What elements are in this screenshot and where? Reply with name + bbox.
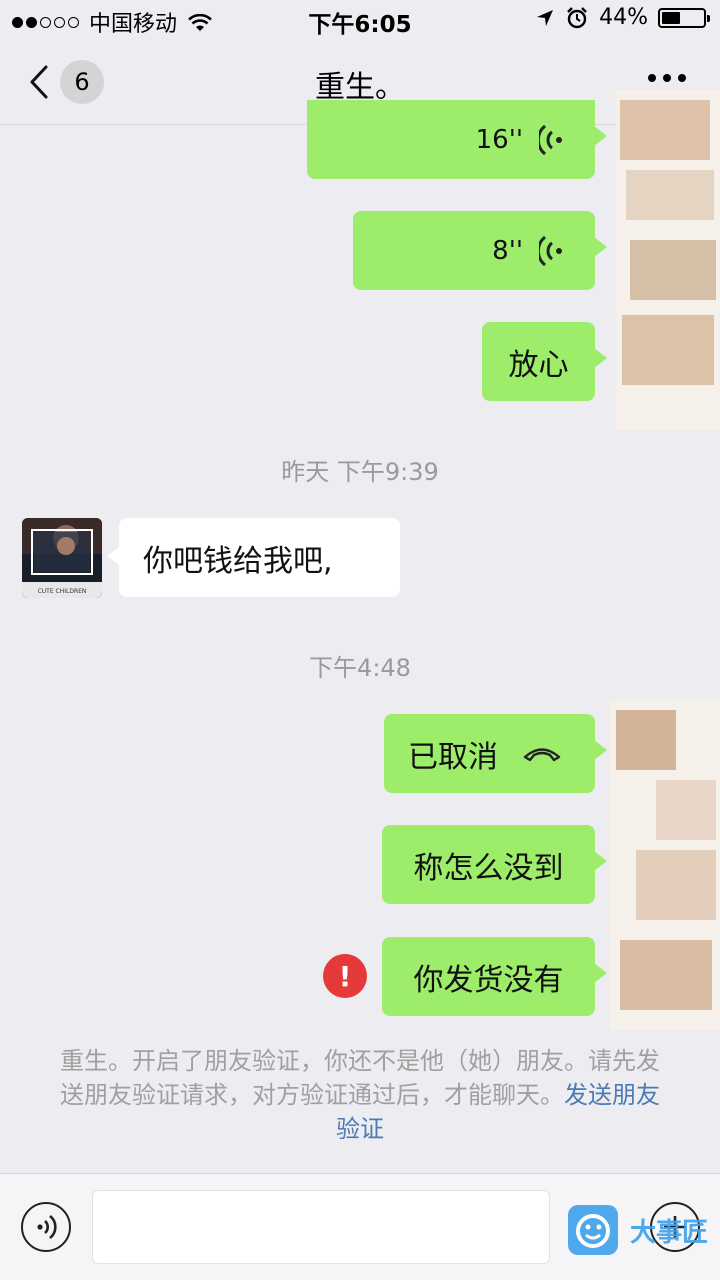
voice-wave-icon [539, 235, 562, 266]
voice-input-button[interactable] [21, 1202, 71, 1252]
more-dots-icon [648, 74, 656, 82]
message-text: 你吧钱给我吧, [143, 543, 333, 579]
text-message-bubble[interactable]: 你发货没有 [382, 937, 607, 1016]
call-message-bubble[interactable]: 已取消 [384, 714, 607, 793]
voice-wave-icon [539, 124, 562, 155]
voice-duration: 16'' [475, 124, 523, 155]
text-message-bubble[interactable]: 放心 [482, 322, 607, 401]
watermark-text: 大事匠 [630, 1217, 709, 1248]
voice-message-bubble[interactable]: 16'' [307, 100, 607, 179]
contact-avatar[interactable]: CUTE CHILDREN [22, 518, 102, 598]
watermark-logo-icon [568, 1205, 618, 1255]
message-timestamp: 下午4:48 [309, 654, 411, 682]
message-text: 已取消 [408, 739, 498, 775]
message-text: 放心 [508, 347, 569, 383]
avatar-image [22, 518, 102, 598]
redaction-scribble [616, 90, 720, 430]
redaction-scribble [610, 700, 720, 1030]
battery-icon [658, 7, 710, 28]
message-timestamp: 昨天 下午9:39 [281, 458, 439, 486]
text-message-bubble[interactable]: 你吧钱给我吧, [107, 518, 400, 597]
message-input[interactable] [92, 1190, 550, 1264]
more-options-button[interactable] [648, 74, 686, 82]
watermark: 大事匠 [568, 1203, 718, 1257]
avatar-caption: CUTE CHILDREN [37, 588, 87, 595]
voice-wave-icon [37, 1214, 57, 1240]
status-bar: 中国移动 下午6:05 44% [0, 0, 720, 40]
alarm-icon [567, 6, 587, 28]
message-text: 你发货没有 [413, 962, 564, 998]
battery-percent: 44% [599, 5, 648, 30]
voice-duration: 8'' [492, 235, 523, 266]
chat-screen: 中国移动 下午6:05 44% 6 重生。 16'' 8'' 放心 昨天 下午9… [0, 0, 720, 1280]
voice-message-bubble[interactable]: 8'' [353, 211, 607, 290]
text-message-bubble[interactable]: 称怎么没到 [382, 825, 607, 904]
location-arrow-icon [537, 9, 554, 26]
phone-hangup-icon [523, 747, 561, 761]
message-text: 称怎么没到 [413, 850, 564, 886]
send-failed-icon[interactable]: ! [323, 954, 367, 998]
friend-verification-notice: 重生。开启了朋友验证，你还不是他（她）朋友。请先发送朋友验证请求，对方验证通过后… [52, 1044, 668, 1146]
